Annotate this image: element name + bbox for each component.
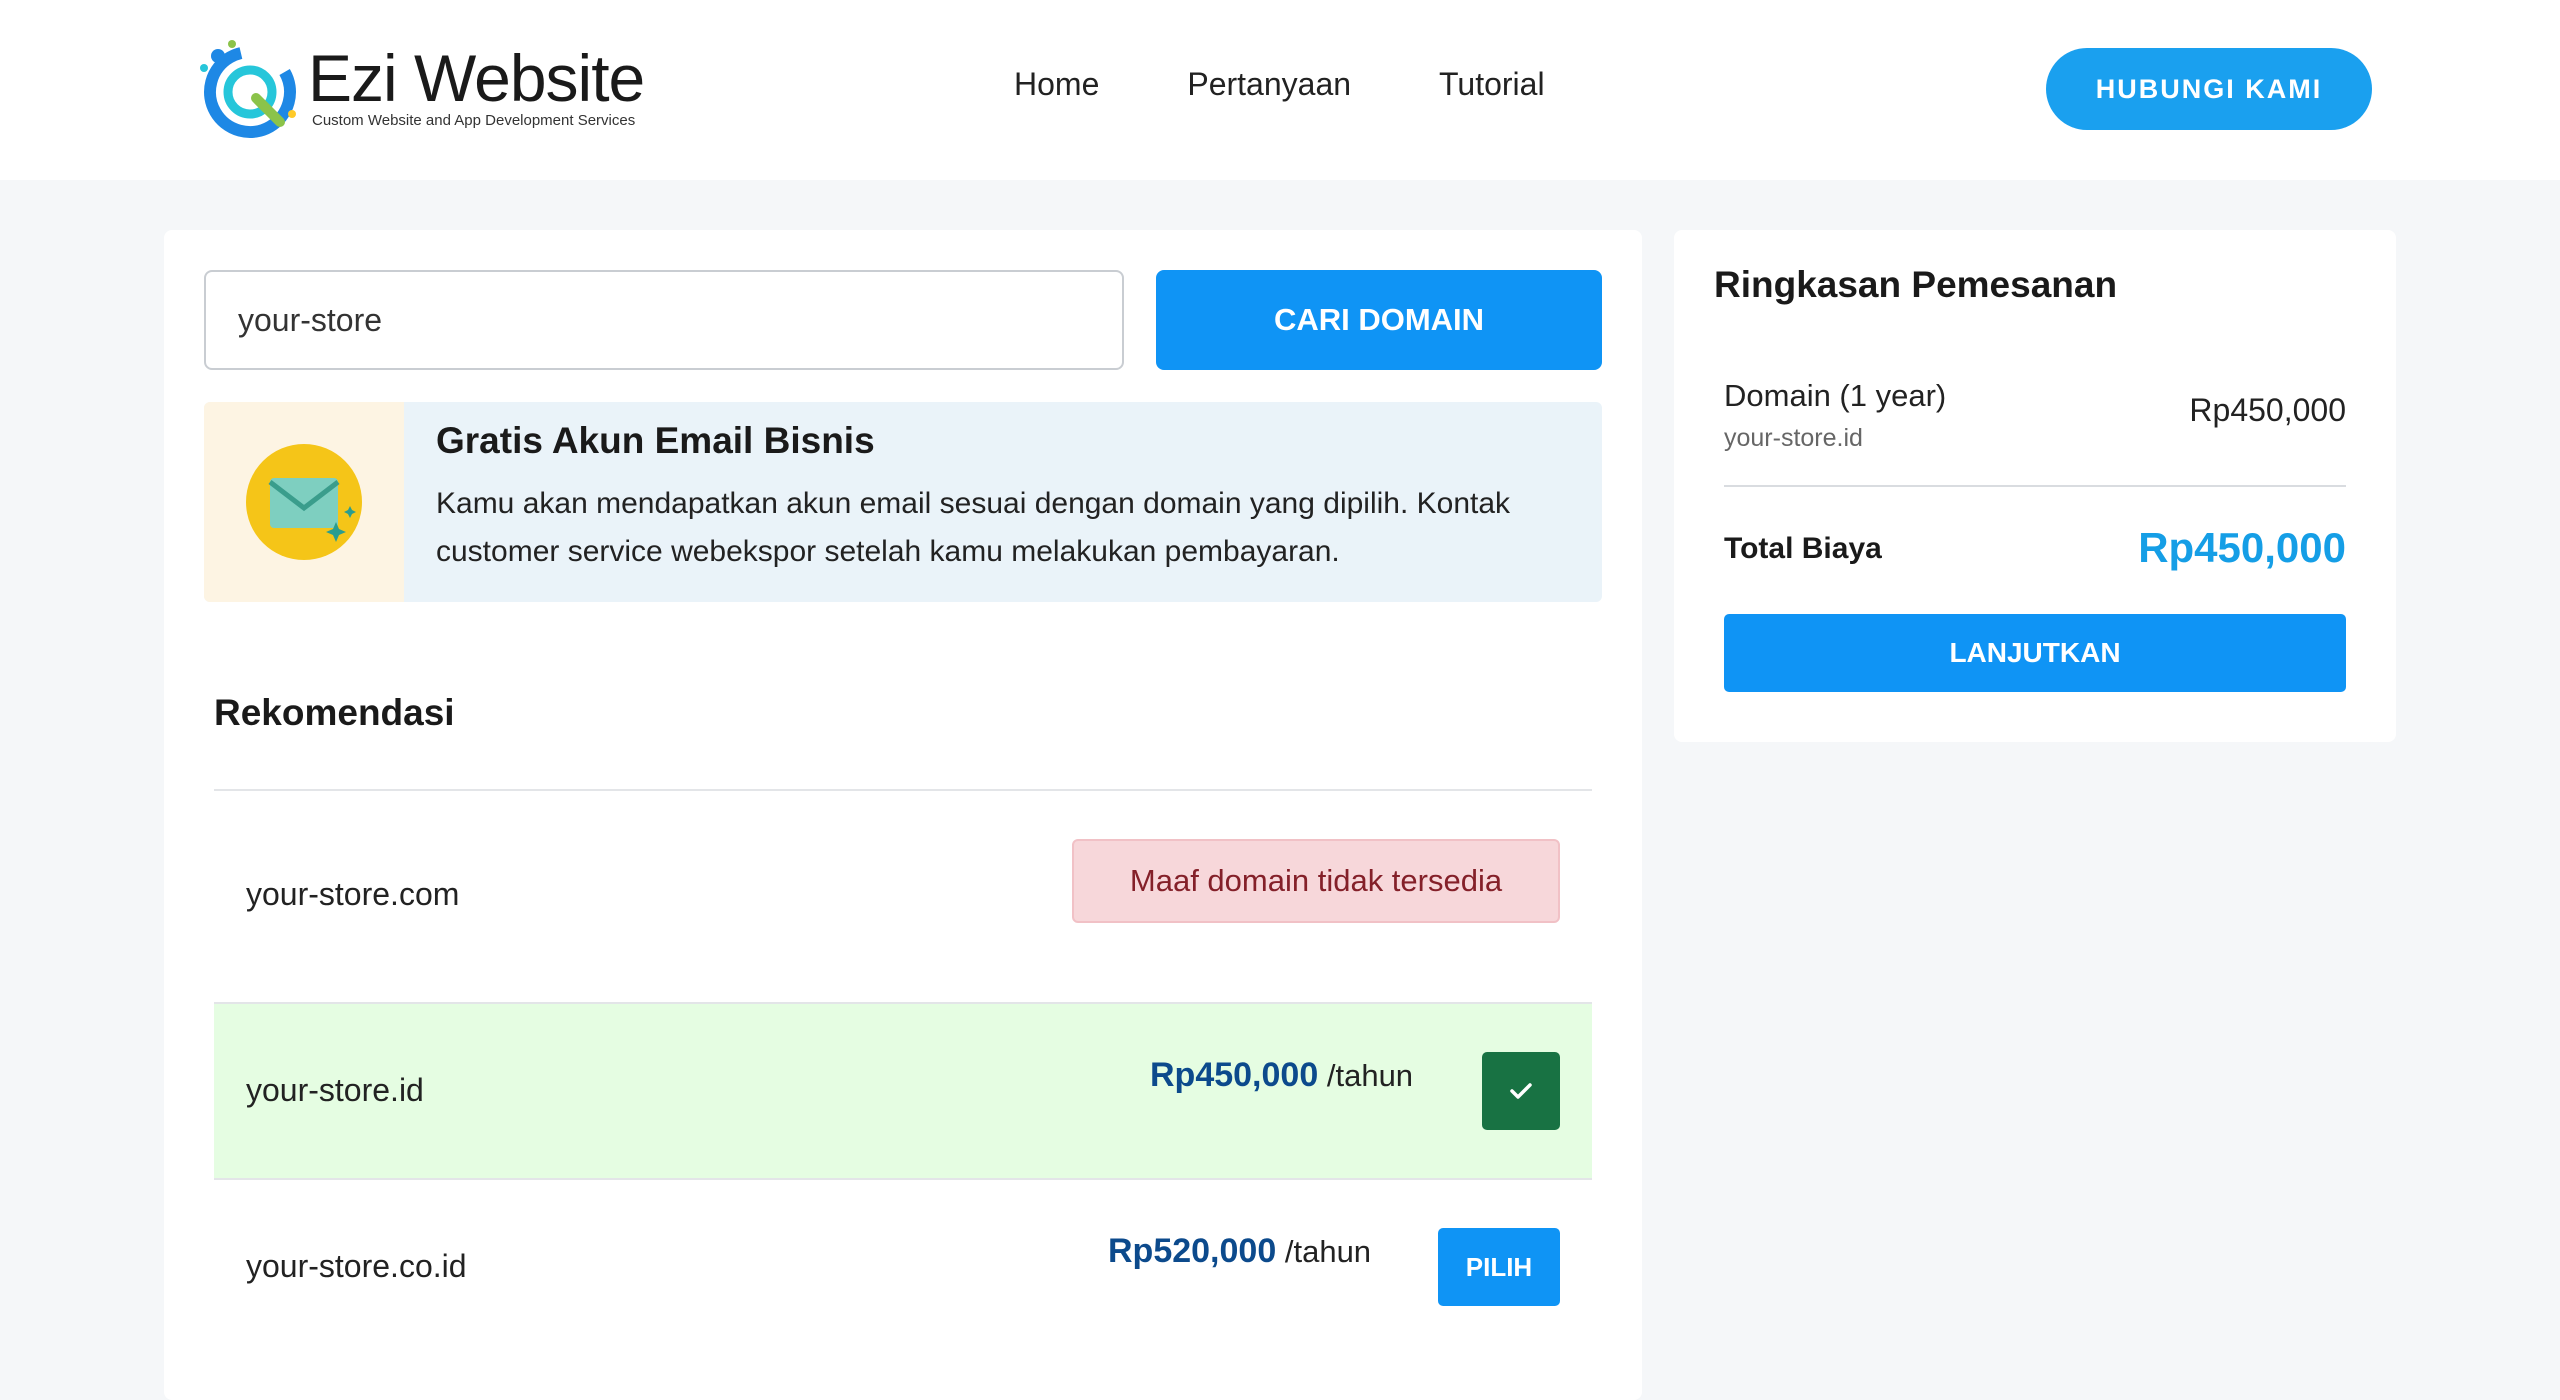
- brand-tagline: Custom Website and App Development Servi…: [312, 112, 636, 129]
- unavailable-badge: Maaf domain tidak tersedia: [1072, 839, 1560, 923]
- email-promo-banner: Gratis Akun Email Bisnis Kamu akan menda…: [204, 402, 1602, 602]
- check-icon: [1510, 1083, 1532, 1099]
- site-header: Ezi Website Custom Website and App Devel…: [0, 0, 2560, 180]
- price-period: /tahun: [1326, 1058, 1414, 1093]
- nav-item-pertanyaan[interactable]: Pertanyaan: [1187, 66, 1351, 103]
- price-amount: Rp450,000: [1150, 1056, 1319, 1094]
- logo-mark-icon: [200, 40, 296, 138]
- selected-check-button[interactable]: [1482, 1052, 1560, 1130]
- nav-item-tutorial[interactable]: Tutorial: [1439, 66, 1545, 103]
- divider: [214, 1178, 1592, 1180]
- summary-item-price: Rp450,000: [2189, 392, 2346, 428]
- price-id: Rp450,000 /tahun: [1150, 1056, 1413, 1095]
- domain-search-input[interactable]: [204, 270, 1124, 370]
- price-coid: Rp520,000 /tahun: [1108, 1232, 1371, 1271]
- price-period: /tahun: [1284, 1234, 1372, 1269]
- brand-name: Ezi Website: [308, 41, 645, 115]
- promo-title: Gratis Akun Email Bisnis: [436, 420, 875, 461]
- search-domain-button[interactable]: CARI DOMAIN: [1156, 270, 1602, 370]
- order-summary-card: Ringkasan Pemesanan Domain (1 year) your…: [1674, 230, 2396, 742]
- domain-name-id: your-store.id: [246, 1072, 424, 1108]
- choose-domain-button[interactable]: PILIH: [1438, 1228, 1560, 1306]
- domain-name-com: your-store.com: [246, 876, 460, 912]
- recommendations-title: Rekomendasi: [214, 692, 455, 733]
- main-nav: Home Pertanyaan Tutorial: [1014, 66, 1545, 103]
- contact-button[interactable]: HUBUNGI KAMI: [2046, 48, 2372, 130]
- summary-item-label: Domain (1 year): [1724, 378, 1947, 413]
- domain-name-coid: your-store.co.id: [246, 1248, 467, 1284]
- total-label: Total Biaya: [1724, 532, 1882, 565]
- brand-logo[interactable]: Ezi Website Custom Website and App Devel…: [196, 36, 646, 144]
- total-value: Rp450,000: [2138, 524, 2346, 571]
- promo-text: Kamu akan mendapatkan akun email sesuai …: [436, 487, 1511, 568]
- summary-title: Ringkasan Pemesanan: [1714, 264, 2118, 305]
- domain-search-card: CARI DOMAIN Gratis Akun Email Bisnis Kam…: [164, 230, 1642, 1400]
- continue-button[interactable]: LANJUTKAN: [1724, 614, 2346, 692]
- summary-item-domain: your-store.id: [1724, 424, 1863, 452]
- nav-item-home[interactable]: Home: [1014, 66, 1099, 103]
- envelope-icon: [246, 444, 362, 560]
- divider: [1724, 485, 2346, 487]
- price-amount: Rp520,000: [1108, 1232, 1277, 1270]
- divider: [214, 789, 1592, 791]
- promo-icon-box: [204, 402, 404, 602]
